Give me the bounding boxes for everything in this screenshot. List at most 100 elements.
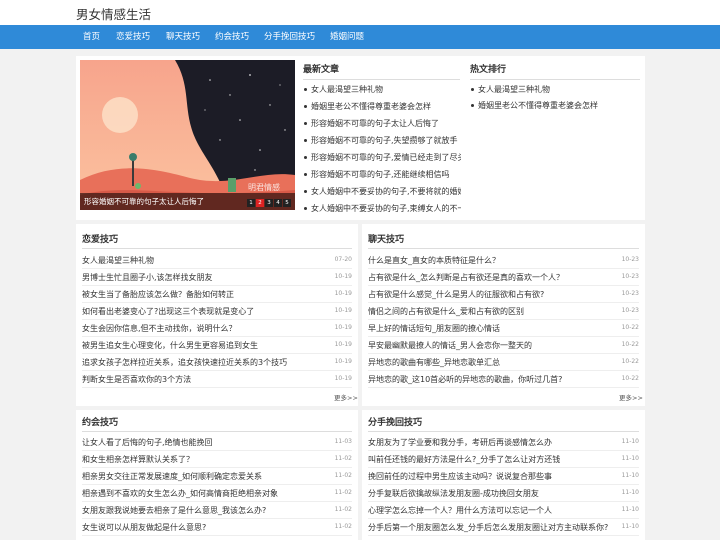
love-item-date: 10-19 [334,307,352,314]
breakup-item-title[interactable]: 分手复联后欲擒故纵法发朋友圈-成功挽回女朋友 [368,488,613,499]
love-item-title[interactable]: 女人最渴望三种礼物 [82,255,322,266]
love-item-title[interactable]: 追求女孩子怎样拉近关系，追女孩快速拉近关系的3个技巧 [82,357,322,368]
love-row-separator [82,302,352,303]
date-item-title[interactable]: 和女生相亲怎样算默认关系了？ [82,454,322,465]
latest-item[interactable]: 形容婚姻不可靠的句子,失望攒够了就放手 [311,135,461,146]
breakup-item-date: 11-10 [621,523,639,530]
nav-item-date[interactable]: 约会技巧 [215,25,249,49]
slide-dot-3[interactable]: 3 [265,199,273,207]
nav-item-chat[interactable]: 聊天技巧 [166,25,200,49]
latest-item[interactable]: 形容婚姻不可靠的句子,爱情已经走到了尽头 [311,152,461,163]
breakup-row-separator [368,501,639,502]
latest-bullet [304,190,307,193]
date-item-title[interactable]: 女生说可以从朋友做起是什么意思? [82,522,322,533]
hot-item[interactable]: 女人最渴望三种礼物 [478,84,643,95]
slide-dot-5[interactable]: 5 [283,199,291,207]
latest-bullet [304,105,307,108]
chat-item-title[interactable]: 异地恋的歌曲有哪些_异地恋歌单汇总 [368,357,613,368]
chat-item-title[interactable]: 早安最幽默最撩人的情话_男人会恋你一整天的 [368,340,613,351]
nav-item-love[interactable]: 恋爱技巧 [116,25,150,49]
love-item-title[interactable]: 被男生追女生心理变化，什么男生更容易追到女生 [82,340,322,351]
latest-item[interactable]: 形容婚姻不可靠的句子,还能继续相信吗 [311,169,461,180]
latest-divider [303,79,460,80]
love-row-separator [82,387,352,388]
date-item-date: 11-02 [334,506,352,513]
slider[interactable]: 明君情感 形容婚姻不可靠的句子太让人后悔了 12345 [80,60,295,210]
latest-item[interactable]: 女人婚姻中不要妥协的句子,不要将就的婚姻 [311,186,461,197]
latest-item[interactable]: 女人最渴望三种礼物 [311,84,461,95]
latest-item[interactable]: 女人婚姻中不要妥协的句子,束缚女人的不一定 [311,203,461,214]
chat-item-title[interactable]: 早上好的情话短句_朋友圈的撩心情话 [368,323,613,334]
date-item-date: 11-02 [334,455,352,462]
love-item-title[interactable]: 被女生当了备胎应该怎么做？备胎如何转正 [82,289,322,300]
love-panel: 恋爱技巧 女人最渴望三种礼物 07-20 男博士生忙且圈子小,该怎样找女朋友 10-1… [76,224,358,406]
hero-panel: 明君情感 形容婚姻不可靠的句子太让人后悔了 12345 最新文章 女人最渴望三种… [76,56,645,220]
love-item-title[interactable]: 如何看出老婆变心了?出现这三个表现就是变心了 [82,306,322,317]
date-item-title[interactable]: 相亲男女交往正常发展速度_如何顺利确定恋爱关系 [82,471,322,482]
slide-dot-2[interactable]: 2 [256,199,264,207]
chat-item-title[interactable]: 占有欲是什么感觉_什么是男人的征服欲和占有欲? [368,289,613,300]
site-title[interactable]: 男女情感生活 [76,4,151,23]
chat-row-separator [368,370,639,371]
chat-item-title[interactable]: 情侣之间的占有欲是什么_爱和占有欲的区别 [368,306,613,317]
love-divider [82,248,352,249]
love-item-date: 10-19 [334,375,352,382]
love-item-title[interactable]: 男博士生忙且圈子小,该怎样找女朋友 [82,272,322,283]
love-row-separator [82,268,352,269]
date-row-separator [82,501,352,502]
chat-title: 聊天技巧 [368,235,405,245]
love-item-date: 10-19 [334,358,352,365]
breakup-row-separator [368,467,639,468]
chat-item-date: 10-23 [621,307,639,314]
chat-item-title[interactable]: 什么是直女_直女的本质特征是什么？ [368,255,613,266]
breakup-item-title[interactable]: 叫前任还钱的最好方法是什么?_分手了怎么让对方还钱 [368,454,613,465]
date-item-title[interactable]: 让女人看了后悔的句子,绝情也能挽回 [82,437,322,448]
chat-more-link[interactable]: 更多>> [619,392,643,402]
date-row-separator [82,467,352,468]
breakup-row-separator [368,518,639,519]
chat-row-separator [368,319,639,320]
latest-item[interactable]: 形容婚姻不可靠的句子太让人后悔了 [311,118,461,129]
love-item-title[interactable]: 女生会因你信息,但不主动找你，说明什么？ [82,323,322,334]
date-title: 约会技巧 [82,418,119,428]
love-more-link[interactable]: 更多>> [334,392,358,402]
nav-item-breakup[interactable]: 分手挽回技巧 [264,25,315,49]
chat-row-separator [368,387,639,388]
love-row-separator [82,336,352,337]
breakup-item-date: 11-10 [621,438,639,445]
latest-item[interactable]: 婚姻里老公不懂得尊重老婆会怎样 [311,101,461,112]
date-item-title[interactable]: 女朋友跟我说她要去相亲了是什么意思_我该怎么办? [82,505,322,516]
love-row-separator [82,370,352,371]
hot-divider [470,79,640,80]
hot-item[interactable]: 婚姻里老公不懂得尊重老婆会怎样 [478,100,643,111]
breakup-item-title[interactable]: 分手后第一个朋友圈怎么发_分手后怎么发朋友圈让对方主动联系你? [368,522,613,533]
latest-bullet [304,88,307,91]
breakup-item-title[interactable]: 挽回前任的过程中男生应该主动吗？说说复合那些事 [368,471,613,482]
love-item-date: 10-19 [334,324,352,331]
slide-dots: 12345 [246,197,291,207]
nav-item-marriage[interactable]: 婚姻问题 [330,25,364,49]
slide-watermark: 明君情感 [248,182,280,192]
slide-dot-1[interactable]: 1 [247,199,255,207]
breakup-item-date: 11-10 [621,506,639,513]
love-item-title[interactable]: 判断女生是否喜欢你的3个方法 [82,374,322,385]
breakup-title: 分手挽回技巧 [368,418,423,428]
date-item-date: 11-03 [334,438,352,445]
slide-illustration: 明君情感 [80,60,295,210]
chat-item-title[interactable]: 占有欲是什么_怎么判断是占有欲还是真的喜欢一个人？ [368,272,613,283]
nav-item-home[interactable]: 首页 [83,25,100,49]
slide-caption[interactable]: 形容婚姻不可靠的句子太让人后悔了 [84,196,204,207]
love-item-date: 10-19 [334,290,352,297]
slide-dot-4[interactable]: 4 [274,199,282,207]
breakup-item-date: 11-10 [621,455,639,462]
latest-bullet [304,156,307,159]
chat-item-date: 10-22 [621,358,639,365]
breakup-divider [368,431,639,432]
love-row-separator [82,319,352,320]
date-item-title[interactable]: 相亲遇到不喜欢的女生怎么办_如何高情商拒绝相亲对象 [82,488,322,499]
chat-item-title[interactable]: 异地恋的歌_这10首必听的异地恋的歌曲，你听过几首? [368,374,613,385]
breakup-item-title[interactable]: 女朋友为了学业要和我分手，考研后再谈感情怎么办 [368,437,613,448]
breakup-item-title[interactable]: 心理学怎么忘掉一个人？用什么方法可以忘记一个人 [368,505,613,516]
chat-item-date: 10-23 [621,273,639,280]
love-title: 恋爱技巧 [82,235,119,245]
